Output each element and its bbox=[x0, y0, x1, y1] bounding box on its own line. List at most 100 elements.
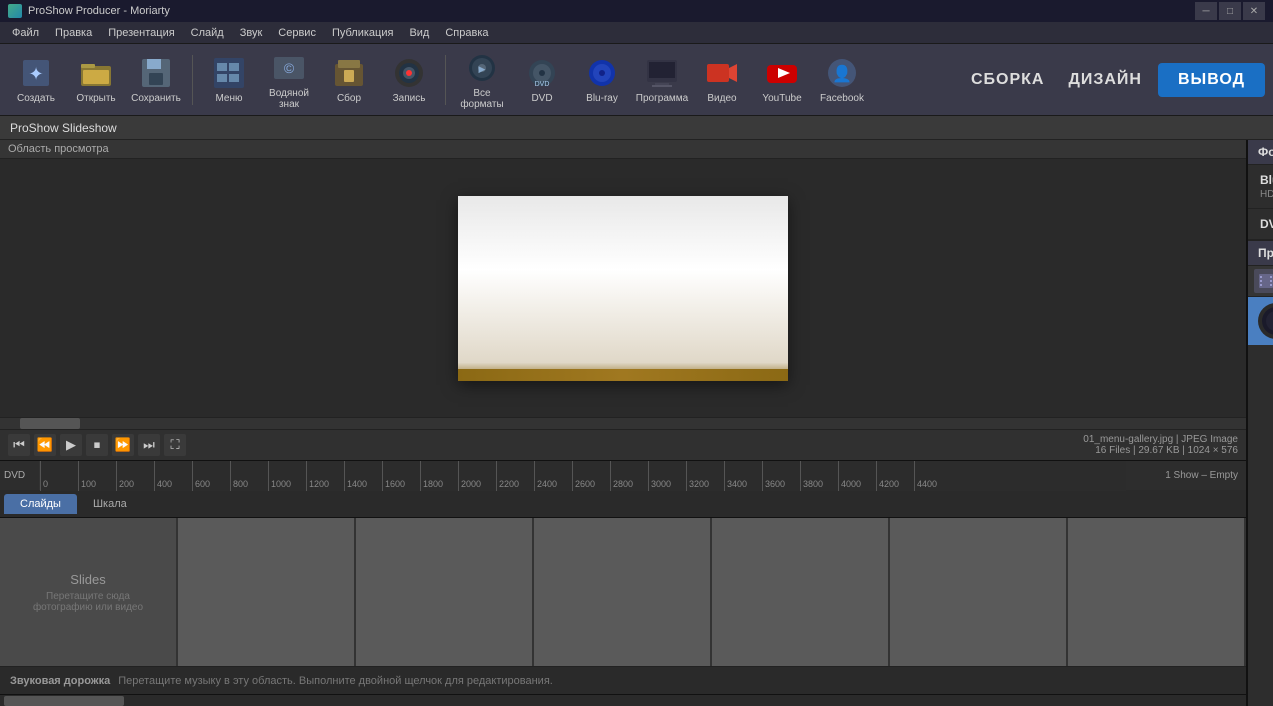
save-label: Сохранить bbox=[131, 93, 181, 104]
tick-2800: 2800 bbox=[610, 461, 648, 491]
youtube-icon bbox=[764, 55, 800, 91]
tick-1600: 1600 bbox=[382, 461, 420, 491]
output-mode-button[interactable]: ВЫВОД bbox=[1158, 63, 1265, 97]
menu-presentation[interactable]: Презентация bbox=[100, 22, 182, 43]
dvd-label: DVD bbox=[531, 93, 552, 104]
menu-sound[interactable]: Звук bbox=[232, 22, 271, 43]
proj-film-button[interactable] bbox=[1254, 269, 1273, 293]
tick-2400: 2400 bbox=[534, 461, 572, 491]
collect-button[interactable]: Сбор bbox=[321, 49, 377, 111]
stop-button[interactable]: ⏹ bbox=[86, 434, 108, 456]
tick-3400: 3400 bbox=[724, 461, 762, 491]
playback-controls: ⏮ ⏪ ▶ ⏹ ⏩ ⏭ ⛶ 01_menu-gallery.jpg | JPEG… bbox=[0, 429, 1246, 460]
preview-label: Область просмотра bbox=[0, 140, 1246, 159]
slide-hint: Перетащите сюдафотографию или видео bbox=[33, 591, 143, 613]
prev-icon: ⏪ bbox=[37, 437, 53, 453]
menu-publish[interactable]: Публикация bbox=[324, 22, 401, 43]
play-icon: ▶ bbox=[66, 437, 76, 453]
watermark-button[interactable]: © Водяной знак bbox=[261, 49, 317, 111]
preview-window bbox=[0, 159, 1246, 417]
window-title: ProShow Producer - Moriarty bbox=[28, 5, 170, 17]
next-frame-button[interactable]: ⏩ bbox=[112, 434, 134, 456]
bottom-scrollbar[interactable] bbox=[0, 694, 1246, 706]
format-bluray-desc: HD video disc for playback on TVs with a… bbox=[1260, 189, 1273, 200]
menu-icon bbox=[211, 55, 247, 91]
slide-item-6[interactable] bbox=[890, 518, 1068, 666]
slides-panel: Slides Перетащите сюдафотографию или вид… bbox=[0, 518, 1246, 666]
project-item-1[interactable]: ProShow Slideshow Empty 1 bbox=[1248, 297, 1273, 345]
format-bluray[interactable]: Blu-ray HD video disc for playback on TV… bbox=[1248, 165, 1273, 209]
tab-timeline[interactable]: Шкала bbox=[77, 494, 143, 514]
youtube-button[interactable]: YouTube bbox=[754, 49, 810, 111]
tab-slides[interactable]: Слайды bbox=[4, 494, 77, 514]
toolbar-sep-2 bbox=[445, 55, 446, 105]
svg-text:👤: 👤 bbox=[832, 64, 852, 83]
close-button[interactable]: ✕ bbox=[1243, 2, 1265, 20]
minimize-button[interactable]: ─ bbox=[1195, 2, 1217, 20]
tick-1200: 1200 bbox=[306, 461, 344, 491]
tick-1800: 1800 bbox=[420, 461, 458, 491]
toolbar-sep-1 bbox=[192, 55, 193, 105]
video-button[interactable]: Видео bbox=[694, 49, 750, 111]
fullscreen-button[interactable]: ⛶ bbox=[164, 434, 186, 456]
open-icon bbox=[78, 55, 114, 91]
tick-2200: 2200 bbox=[496, 461, 534, 491]
facebook-icon: 👤 bbox=[824, 55, 860, 91]
formats-list: Blu-ray HD video disc for playback on TV… bbox=[1248, 165, 1273, 240]
ruler-canvas: 0 100 200 400 600 800 1000 1200 1400 160… bbox=[40, 461, 1126, 491]
project-list: ProShow Slideshow Empty 1 bbox=[1248, 297, 1273, 706]
first-frame-button[interactable]: ⏮ bbox=[8, 434, 30, 456]
timeline-row: DVD 0 100 200 400 600 800 1000 1200 1400… bbox=[0, 460, 1246, 490]
slide-item-2[interactable] bbox=[178, 518, 356, 666]
slide-item-7[interactable] bbox=[1068, 518, 1246, 666]
slide-item-4[interactable] bbox=[534, 518, 712, 666]
menu-file[interactable]: Файл bbox=[4, 22, 47, 43]
tick-2000: 2000 bbox=[458, 461, 496, 491]
fullscreen-icon: ⛶ bbox=[170, 437, 179, 453]
tick-3200: 3200 bbox=[686, 461, 724, 491]
tick-600: 600 bbox=[192, 461, 230, 491]
next-icon: ⏩ bbox=[115, 437, 131, 453]
program-icon bbox=[644, 55, 680, 91]
menu-view[interactable]: Вид bbox=[401, 22, 437, 43]
slide-item-first[interactable]: Slides Перетащите сюдафотографию или вид… bbox=[0, 518, 178, 666]
last-frame-button[interactable]: ⏭ bbox=[138, 434, 160, 456]
prev-frame-button[interactable]: ⏪ bbox=[34, 434, 56, 456]
allformats-icon: ▶ bbox=[464, 50, 500, 86]
slide-item-5[interactable] bbox=[712, 518, 890, 666]
menu-edit[interactable]: Правка bbox=[47, 22, 100, 43]
menu-tb-button[interactable]: Меню bbox=[201, 49, 257, 111]
create-icon: ✦ bbox=[18, 55, 54, 91]
tick-3800: 3800 bbox=[800, 461, 838, 491]
assembly-mode-button[interactable]: СБОРКА bbox=[963, 67, 1053, 93]
mode-buttons: СБОРКА ДИЗАЙН ВЫВОД bbox=[963, 63, 1265, 97]
dvd-button[interactable]: DVD DVD bbox=[514, 49, 570, 111]
maximize-button[interactable]: □ bbox=[1219, 2, 1241, 20]
stop-icon: ⏹ bbox=[94, 437, 101, 453]
program-button[interactable]: Программа bbox=[634, 49, 690, 111]
create-button[interactable]: ✦ Создать bbox=[8, 49, 64, 111]
watermark-icon: © bbox=[271, 50, 307, 86]
slide-item-3[interactable] bbox=[356, 518, 534, 666]
window-controls: ─ □ ✕ bbox=[1195, 2, 1265, 20]
menu-help[interactable]: Справка bbox=[437, 22, 496, 43]
svg-text:▶: ▶ bbox=[479, 64, 486, 74]
play-button[interactable]: ▶ bbox=[60, 434, 82, 456]
format-dvd[interactable]: DVD bbox=[1248, 209, 1273, 240]
bluray-button[interactable]: Blu-ray bbox=[574, 49, 630, 111]
record-button[interactable]: Запись bbox=[381, 49, 437, 111]
preview-canvas bbox=[458, 196, 788, 381]
design-mode-button[interactable]: ДИЗАЙН bbox=[1060, 67, 1150, 93]
open-button[interactable]: Открыть bbox=[68, 49, 124, 111]
project-header: Проект bbox=[1248, 240, 1273, 266]
menu-service[interactable]: Сервис bbox=[270, 22, 324, 43]
menu-slide[interactable]: Слайд bbox=[183, 22, 232, 43]
facebook-button[interactable]: 👤 Facebook bbox=[814, 49, 870, 111]
h-scroll-thumb[interactable] bbox=[4, 696, 124, 706]
allformats-button[interactable]: ▶ Все форматы bbox=[454, 49, 510, 111]
watermark-label: Водяной знак bbox=[261, 88, 317, 110]
preview-scrollbar[interactable] bbox=[0, 417, 1246, 429]
save-button[interactable]: Сохранить bbox=[128, 49, 184, 111]
open-label: Открыть bbox=[76, 93, 115, 104]
tick-4400: 4400 bbox=[914, 461, 952, 491]
